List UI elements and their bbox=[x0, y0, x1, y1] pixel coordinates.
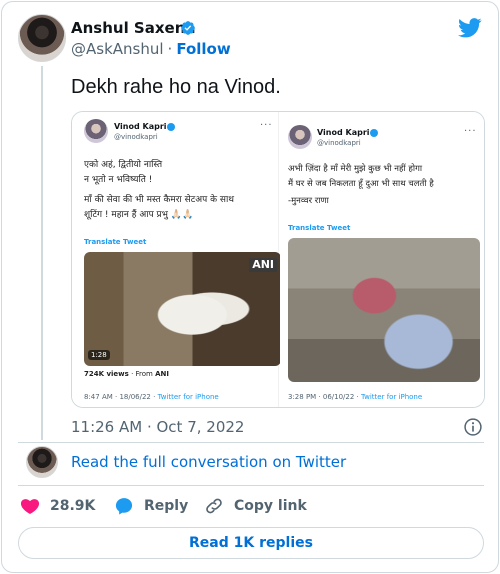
embedded-verified-icon bbox=[167, 123, 175, 131]
info-icon[interactable] bbox=[463, 417, 483, 437]
like-button[interactable]: 28.9K bbox=[20, 494, 95, 518]
embedded-video-views: 724K views · From ANI bbox=[84, 370, 169, 378]
embedded-photo bbox=[288, 238, 480, 382]
embedded-avatar bbox=[84, 119, 108, 143]
embedded-author-handle: @vinodkapri bbox=[317, 139, 361, 147]
tweet-timestamp[interactable]: 11:26 AM · Oct 7, 2022 bbox=[71, 417, 244, 437]
embedded-author-name: Vinod Kapri bbox=[114, 122, 167, 131]
tweet-actions: 28.9K Reply Copy link bbox=[18, 494, 484, 518]
separator-dot: · bbox=[167, 40, 173, 58]
embedded-text-line: अभी ज़िंदा है माँ मेरी मुझे कुछ भी नहीं … bbox=[288, 164, 423, 174]
heart-icon bbox=[20, 499, 40, 514]
embedded-meta: 8:47 AM · 18/06/22 · Twitter for iPhone bbox=[84, 393, 219, 401]
embedded-avatar bbox=[288, 125, 312, 149]
embedded-author-name: Vinod Kapri bbox=[317, 128, 370, 137]
verified-badge-icon bbox=[181, 21, 195, 35]
divider bbox=[18, 442, 484, 443]
embedded-video-thumbnail: ANI 1:28 bbox=[84, 252, 281, 366]
embedded-text-line: शूटिंग ! महान हैं आप प्रभु 🙏🏻🙏🏻 bbox=[84, 210, 194, 220]
embedded-tweet-screenshot-left: Vinod Kapri @vinodkapri ··· एको अहं, द्व… bbox=[72, 112, 281, 407]
copy-link-label: Copy link bbox=[234, 498, 307, 514]
embedded-text-line: माँ की सेवा की भी मस्त कैमरा सेटअप के सा… bbox=[84, 195, 235, 205]
follow-link[interactable]: Follow bbox=[176, 40, 230, 58]
reply-label: Reply bbox=[144, 498, 189, 514]
embedded-verified-icon bbox=[370, 129, 378, 137]
tweet-text: Dekh rahe ho na Vinod. bbox=[71, 76, 281, 98]
author-avatar[interactable] bbox=[18, 14, 66, 62]
twitter-bird-icon[interactable] bbox=[458, 18, 482, 38]
author-name[interactable]: Anshul Saxena bbox=[71, 18, 196, 38]
embedded-text-line: न भूतो न भविष्यति ! bbox=[84, 175, 153, 185]
read-replies-button[interactable]: Read 1K replies bbox=[18, 527, 484, 559]
link-icon bbox=[206, 498, 222, 514]
like-count: 28.9K bbox=[50, 498, 96, 514]
embedded-text-line: मैं घर से जब निकलता हूँ दुआ भी साथ चलती … bbox=[288, 179, 434, 189]
conversation-avatar bbox=[26, 446, 58, 478]
embedded-meta: 3:28 PM · 06/10/22 · Twitter for iPhone bbox=[288, 393, 423, 401]
more-options-icon: ··· bbox=[464, 126, 477, 137]
embedded-tweet-screenshot-right: Vinod Kapri @vinodkapri ··· अभी ज़िंदा ह… bbox=[280, 112, 484, 407]
embedded-text-line: एको अहं, द्वितीयो नास्ति bbox=[84, 160, 163, 170]
more-options-icon: ··· bbox=[260, 120, 273, 131]
video-source-badge: ANI bbox=[249, 258, 277, 272]
reply-button[interactable]: Reply bbox=[114, 494, 188, 518]
reply-bubble-icon bbox=[115, 498, 133, 515]
read-conversation-link[interactable]: Read the full conversation on Twitter bbox=[71, 452, 346, 472]
author-handle-row: @AskAnshul · Follow bbox=[71, 39, 231, 59]
copy-link-button[interactable]: Copy link bbox=[204, 494, 307, 518]
tweet-embed-card: Anshul Saxena @AskAnshul · Follow Dekh rah… bbox=[1, 1, 499, 573]
divider bbox=[18, 485, 484, 486]
embedded-translate-link: Translate Tweet bbox=[288, 224, 351, 232]
embedded-translate-link: Translate Tweet bbox=[84, 238, 147, 246]
thread-line bbox=[41, 66, 43, 440]
embedded-text-line: -मुनव्वर राणा bbox=[288, 196, 329, 206]
author-handle[interactable]: @AskAnshul bbox=[71, 40, 164, 58]
embedded-author-handle: @vinodkapri bbox=[114, 133, 158, 141]
tweet-media-image[interactable]: Vinod Kapri @vinodkapri ··· एको अहं, द्व… bbox=[71, 111, 485, 408]
video-duration: 1:28 bbox=[88, 350, 110, 360]
